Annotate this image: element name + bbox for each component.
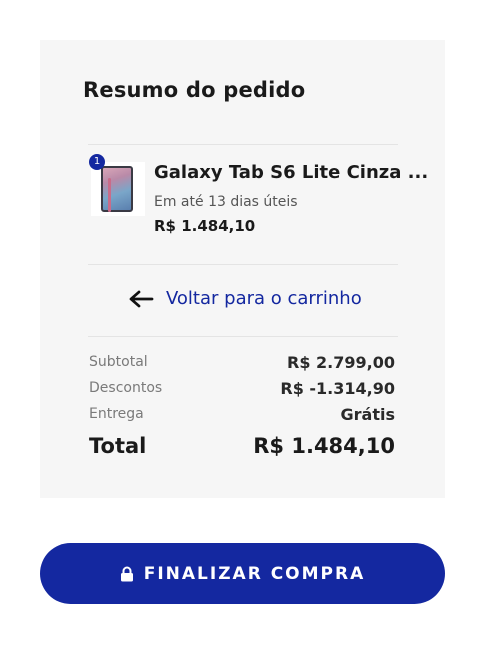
delivery-estimate: Em até 13 dias úteis [154,194,298,210]
discount-value: R$ -1.314,90 [280,379,395,398]
checkout-label: FINALIZAR COMPRA [143,563,366,584]
total-value: R$ 1.484,10 [253,434,395,458]
back-to-cart-label: Voltar para o carrinho [166,288,362,309]
shipping-label: Entrega [89,406,144,422]
discount-label: Descontos [89,380,163,396]
subtotal-value: R$ 2.799,00 [287,353,395,372]
arrow-left-icon [129,290,154,307]
page: Resumo do pedido 1 Galaxy Tab S6 Lite Ci… [0,0,500,666]
total-label: Total [89,434,147,458]
shipping-value: Grátis [340,405,395,424]
product-image[interactable] [91,162,145,216]
lock-icon [120,566,133,581]
product-price: R$ 1.484,10 [154,217,256,235]
tablet-image [101,166,133,212]
subtotal-label: Subtotal [89,354,148,370]
quantity-badge: 1 [89,154,105,170]
divider [88,264,398,265]
order-summary-title: Resumo do pedido [83,78,306,102]
s-pen-image [108,178,111,212]
product-name[interactable]: Galaxy Tab S6 Lite Cinza ... [154,162,428,183]
divider [88,336,398,337]
back-to-cart-link[interactable]: Voltar para o carrinho [128,288,362,309]
checkout-button[interactable]: FINALIZAR COMPRA [40,543,445,604]
divider [88,144,398,145]
order-summary-card: Resumo do pedido 1 Galaxy Tab S6 Lite Ci… [40,40,445,498]
